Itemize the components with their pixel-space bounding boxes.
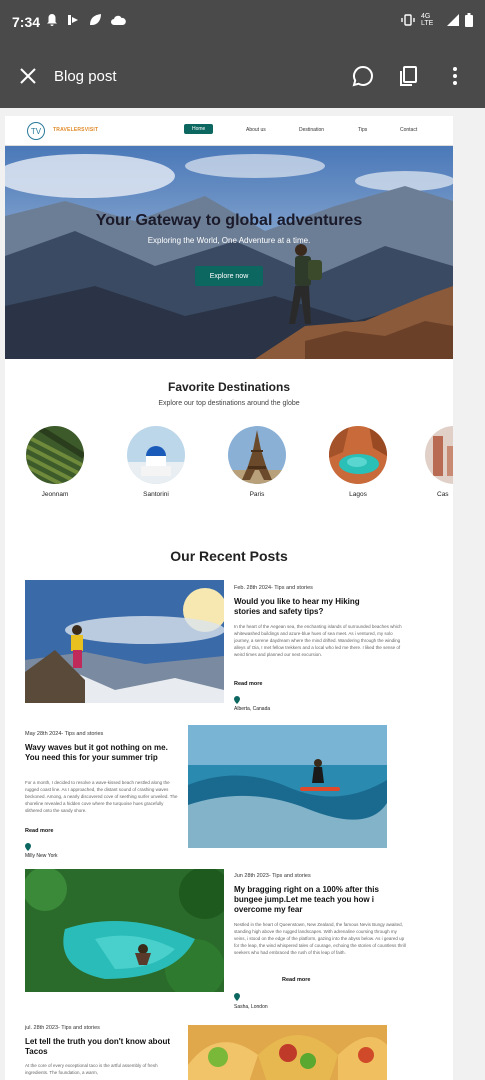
copy-icon[interactable] — [396, 64, 420, 88]
comment-icon[interactable] — [351, 64, 375, 88]
post-meta: May 28th 2024- Tips and stories — [25, 731, 104, 737]
hero-mountain-image — [5, 146, 453, 359]
destination-name: Santorini — [143, 491, 169, 498]
site-logo[interactable]: TV — [27, 122, 45, 140]
post-location: Sasha, London — [234, 1004, 268, 1010]
post-image[interactable] — [188, 1025, 387, 1080]
close-icon[interactable] — [16, 64, 40, 88]
nav-tips[interactable]: Tips — [358, 127, 367, 133]
location-pin-icon — [25, 843, 31, 851]
destinations-title: Favorite Destinations — [167, 380, 291, 394]
post-location: Alberta, Canada — [234, 706, 271, 712]
post-body: For a month, I decided to resolve a wave… — [25, 780, 178, 813]
status-left-icons — [46, 13, 126, 27]
post-body: In the heart of the Aegean sea, the ench… — [234, 624, 402, 657]
read-more-link[interactable]: Read more — [25, 828, 53, 834]
vibrate-icon — [401, 14, 415, 26]
read-more-link[interactable]: Read more — [234, 681, 262, 687]
destination-name: Jeonnam — [41, 491, 69, 498]
location-pin-icon — [234, 993, 240, 1001]
network-label: 4G LTE — [421, 13, 434, 27]
destination-card[interactable]: Cas — [425, 426, 453, 498]
post-title[interactable]: Would you like to hear my Hiking stories… — [234, 597, 384, 617]
post-image[interactable] — [25, 580, 224, 703]
site-nav: TV TRAVELERSVISIT Home About us Destinat… — [5, 116, 453, 146]
destination-image — [329, 426, 387, 484]
hero-title: Your Gateway to global adventures — [95, 212, 363, 229]
post-body: Nestled in the heart of Queenstown, New … — [234, 922, 406, 955]
post-title[interactable]: Wavy waves but it got nothing on me. You… — [25, 743, 175, 763]
nav-destination[interactable]: Destination — [299, 127, 324, 133]
post-body: At the core of every exceptional taco is… — [25, 1063, 158, 1075]
site-brand[interactable]: TRAVELERSVISIT — [53, 127, 98, 133]
cloud-icon — [111, 15, 126, 25]
destination-card[interactable]: Santorini — [126, 426, 186, 498]
app-bar: Blog post — [0, 46, 485, 108]
nav-about[interactable]: About us — [246, 127, 266, 133]
destination-card[interactable]: Jeonnam — [25, 426, 85, 498]
hero-subtitle: Exploring the World, One Adventure at a … — [147, 236, 311, 245]
status-right-icons: 4G LTE — [401, 13, 473, 27]
destination-image — [26, 426, 84, 484]
post-meta: Feb. 28th 2024- Tips and stories — [234, 585, 313, 591]
notification-bell-icon — [47, 14, 57, 26]
location-pin-icon — [234, 696, 240, 704]
explore-now-button[interactable]: Explore now — [195, 266, 263, 286]
read-more-link[interactable]: Read more — [280, 977, 313, 983]
hero-banner: Your Gateway to global adventures Explor… — [5, 146, 453, 359]
more-vertical-icon[interactable] — [443, 64, 467, 88]
webview: TV TRAVELERSVISIT Home About us Destinat… — [0, 108, 485, 1080]
leaf-icon — [90, 14, 101, 25]
post-title[interactable]: My bragging right on a 100% after this b… — [234, 885, 384, 915]
status-time: 7:34 — [12, 14, 41, 30]
destination-name: Cas — [437, 491, 449, 498]
destination-image — [425, 426, 453, 484]
destination-card[interactable]: Paris — [227, 426, 287, 498]
post-image[interactable] — [25, 869, 224, 992]
post-location: Milly New York — [25, 853, 58, 859]
app-title: Blog post — [54, 68, 117, 85]
post-image[interactable] — [188, 725, 387, 848]
destination-name: Paris — [249, 491, 265, 498]
battery-icon — [465, 13, 473, 27]
logo-mark: TV — [30, 126, 42, 136]
nav-contact[interactable]: Contact — [400, 127, 417, 133]
status-bar: 7:34 4G LTE — [0, 0, 485, 46]
post-meta: Jun 28th 2023- Tips and stories — [234, 873, 311, 879]
destinations-subtitle: Explore our top destinations around the … — [158, 400, 300, 407]
nav-home[interactable]: Home — [184, 124, 214, 134]
post-title[interactable]: Let tell the truth you don't know about … — [25, 1037, 175, 1057]
cast-icon — [68, 15, 78, 25]
recent-posts-title: Our Recent Posts — [170, 548, 288, 564]
post-meta: jul. 28th 2023- Tips and stories — [25, 1025, 100, 1031]
destination-image — [228, 426, 286, 484]
blog-page: TV TRAVELERSVISIT Home About us Destinat… — [5, 116, 453, 1080]
destination-image — [127, 426, 185, 484]
destination-name: Lagos — [349, 491, 367, 498]
signal-icon — [447, 14, 459, 26]
destination-card[interactable]: Lagos — [328, 426, 388, 498]
